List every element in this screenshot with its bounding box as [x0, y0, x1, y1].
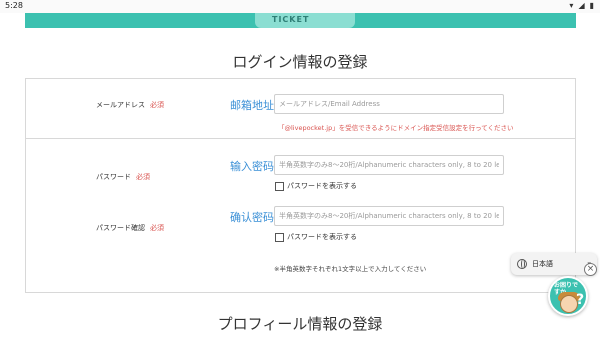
- question-mark-icon: ?: [576, 292, 585, 308]
- show-password-confirm-toggle[interactable]: パスワードを表示する: [275, 232, 357, 242]
- password-row-label: パスワード 必須: [96, 172, 150, 182]
- help-close-button[interactable]: ×: [584, 263, 597, 276]
- status-time: 5:28: [5, 1, 23, 10]
- show-password-confirm-label: パスワードを表示する: [287, 233, 357, 241]
- profile-section-title: プロフィール情報の登録: [217, 315, 383, 333]
- email-required-badge: 必須: [150, 101, 164, 109]
- password-confirm-label: パスワード確認: [96, 224, 145, 232]
- ticket-banner: TICKET: [25, 13, 576, 28]
- ticket-banner-text: TICKET: [272, 15, 310, 24]
- help-chat-button[interactable]: お困りですか ?: [548, 276, 588, 316]
- language-label: 日本語: [532, 260, 553, 268]
- show-password-confirm-checkbox[interactable]: [275, 232, 284, 242]
- login-section-title: ログイン情報の登録: [232, 53, 368, 71]
- wifi-icon: ▾: [569, 1, 574, 10]
- password-confirm-row-label: パスワード確認 必須: [96, 223, 164, 233]
- email-row-label: メールアドレス 必須: [96, 100, 164, 110]
- email-domain-note: 「@livepocket.jp」を受信できるようにドメイン指定受信設定を行ってく…: [278, 124, 514, 132]
- password-input[interactable]: [274, 155, 504, 175]
- close-icon: ×: [586, 264, 595, 274]
- signal-icon: ◢: [578, 1, 585, 10]
- show-password-toggle[interactable]: パスワードを表示する: [275, 181, 357, 191]
- password-rule-note: ※半角英数字それぞれ1文字以上で入力してください: [274, 265, 427, 273]
- password-confirm-input[interactable]: [274, 206, 504, 226]
- password-confirm-required-badge: 必須: [150, 224, 164, 232]
- form-divider: [25, 138, 576, 139]
- status-bar: 5:28 ▾ ◢ ▮: [0, 0, 600, 13]
- password-confirm-cn-label: 确认密码: [230, 211, 274, 224]
- password-cn-label: 输入密码: [230, 160, 274, 173]
- email-cn-label: 邮箱地址: [230, 99, 274, 112]
- email-input[interactable]: [274, 94, 504, 114]
- email-label: メールアドレス: [96, 101, 145, 109]
- globe-icon: [517, 259, 527, 269]
- status-icons: ▾ ◢ ▮: [569, 1, 594, 11]
- password-required-badge: 必須: [136, 173, 150, 181]
- password-label: パスワード: [96, 173, 131, 181]
- battery-icon: ▮: [589, 1, 594, 10]
- show-password-label: パスワードを表示する: [287, 182, 357, 190]
- show-password-checkbox[interactable]: [275, 181, 284, 191]
